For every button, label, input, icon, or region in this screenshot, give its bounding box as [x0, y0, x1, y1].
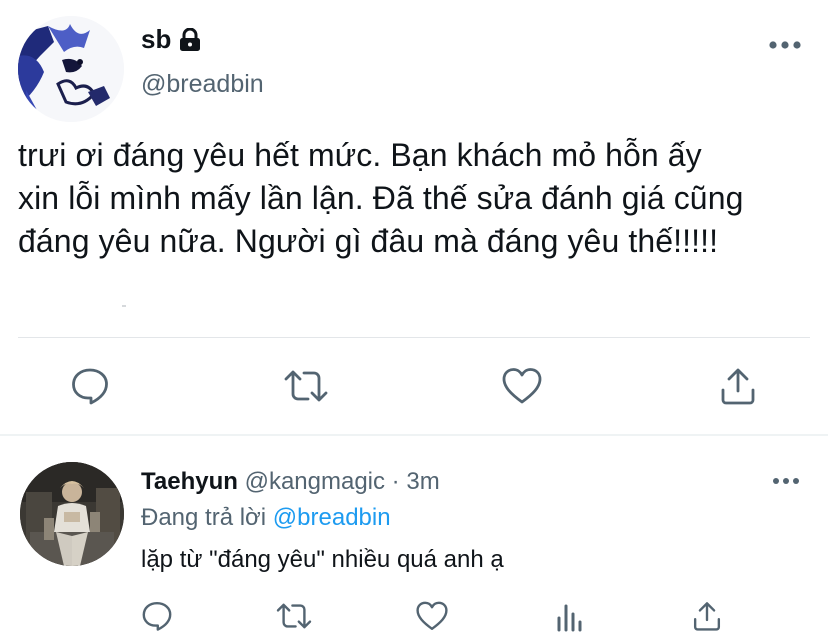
- like-button[interactable]: [500, 364, 544, 408]
- reply-retweet-button[interactable]: [274, 596, 314, 636]
- replying-to: Đang trả lời @breadbin: [141, 504, 391, 532]
- like-icon: [416, 601, 448, 630]
- divider: [18, 337, 810, 338]
- reply-header: Taehyun @kangmagic · 3m: [141, 468, 440, 496]
- author-name[interactable]: sb: [141, 24, 201, 55]
- reply-timestamp[interactable]: 3m: [406, 468, 439, 495]
- analytics-icon: [557, 604, 582, 632]
- reply-more-icon[interactable]: [772, 474, 800, 486]
- share-button[interactable]: [716, 364, 760, 408]
- share-icon: [721, 368, 755, 405]
- author-avatar[interactable]: [18, 16, 124, 122]
- reply-author-name[interactable]: Taehyun: [141, 468, 238, 495]
- replying-to-label: Đang trả lời: [141, 504, 273, 531]
- author-handle[interactable]: @breadbin: [141, 70, 264, 99]
- more-icon[interactable]: [768, 38, 802, 52]
- reply-icon: [72, 368, 108, 405]
- replying-to-handle[interactable]: @breadbin: [273, 504, 391, 531]
- reply-text: lặp từ "đáng yêu" nhiều quá anh ạ: [141, 546, 504, 573]
- reply-icon: [142, 602, 172, 631]
- retweet-button[interactable]: [284, 364, 328, 408]
- tweet-text: trưi ơi đáng yêu hết mức. Bạn khách mỏ h…: [18, 137, 744, 259]
- lock-icon: [179, 27, 201, 52]
- retweet-icon: [284, 370, 328, 402]
- reply-share-button[interactable]: [687, 596, 727, 636]
- reply-analytics-button[interactable]: [550, 596, 590, 636]
- reply-reply-button[interactable]: [137, 596, 177, 636]
- image-artifact: [122, 305, 126, 307]
- author-name-text[interactable]: sb: [141, 24, 171, 55]
- reply-like-button[interactable]: [412, 596, 452, 636]
- reply-button[interactable]: [68, 364, 112, 408]
- retweet-icon: [276, 603, 312, 629]
- share-icon: [693, 602, 721, 631]
- like-icon: [502, 368, 542, 404]
- reply-avatar[interactable]: [20, 462, 124, 566]
- reply-author-handle[interactable]: @kangmagic: [245, 468, 385, 495]
- section-divider: [0, 434, 828, 436]
- separator-dot: ·: [385, 468, 407, 495]
